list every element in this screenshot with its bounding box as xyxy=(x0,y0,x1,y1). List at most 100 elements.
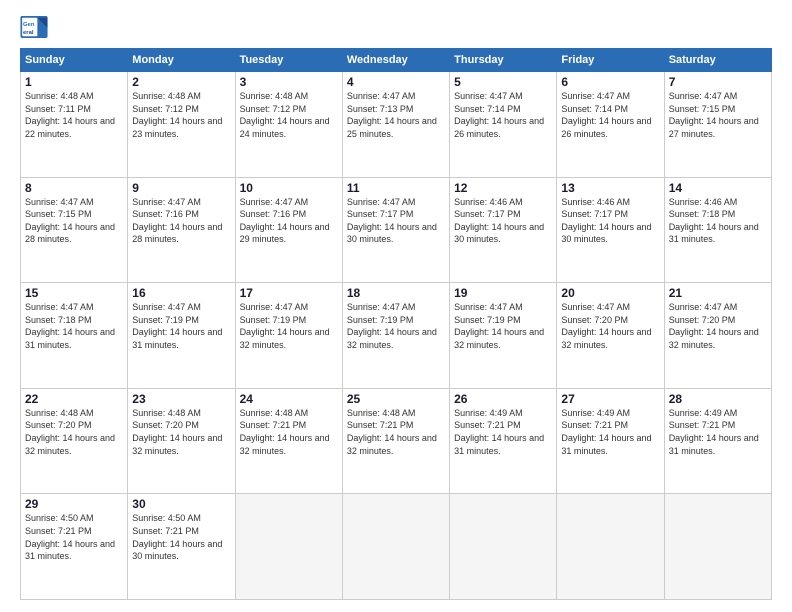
calendar-header-cell: Saturday xyxy=(664,49,771,72)
calendar-week-row: 29Sunrise: 4:50 AMSunset: 7:21 PMDayligh… xyxy=(21,494,772,600)
calendar-day-cell xyxy=(664,494,771,600)
calendar-day-cell: 24Sunrise: 4:48 AMSunset: 7:21 PMDayligh… xyxy=(235,388,342,494)
calendar-day-cell: 13Sunrise: 4:46 AMSunset: 7:17 PMDayligh… xyxy=(557,177,664,283)
calendar-header-cell: Tuesday xyxy=(235,49,342,72)
day-info: Sunrise: 4:47 AMSunset: 7:16 PMDaylight:… xyxy=(240,196,338,246)
calendar-header-cell: Friday xyxy=(557,49,664,72)
day-number: 21 xyxy=(669,286,767,300)
day-number: 5 xyxy=(454,75,552,89)
day-number: 20 xyxy=(561,286,659,300)
calendar-day-cell: 11Sunrise: 4:47 AMSunset: 7:17 PMDayligh… xyxy=(342,177,449,283)
day-info: Sunrise: 4:47 AMSunset: 7:19 PMDaylight:… xyxy=(347,301,445,351)
calendar-header-cell: Sunday xyxy=(21,49,128,72)
day-info: Sunrise: 4:48 AMSunset: 7:11 PMDaylight:… xyxy=(25,90,123,140)
day-info: Sunrise: 4:47 AMSunset: 7:19 PMDaylight:… xyxy=(454,301,552,351)
calendar-header-cell: Thursday xyxy=(450,49,557,72)
calendar-day-cell: 23Sunrise: 4:48 AMSunset: 7:20 PMDayligh… xyxy=(128,388,235,494)
svg-text:eral: eral xyxy=(23,30,34,36)
calendar-day-cell: 16Sunrise: 4:47 AMSunset: 7:19 PMDayligh… xyxy=(128,283,235,389)
logo: Gen eral xyxy=(20,16,52,38)
calendar-table: SundayMondayTuesdayWednesdayThursdayFrid… xyxy=(20,48,772,600)
calendar-day-cell: 17Sunrise: 4:47 AMSunset: 7:19 PMDayligh… xyxy=(235,283,342,389)
calendar-day-cell: 22Sunrise: 4:48 AMSunset: 7:20 PMDayligh… xyxy=(21,388,128,494)
day-info: Sunrise: 4:49 AMSunset: 7:21 PMDaylight:… xyxy=(454,407,552,457)
calendar-day-cell: 19Sunrise: 4:47 AMSunset: 7:19 PMDayligh… xyxy=(450,283,557,389)
calendar-day-cell: 6Sunrise: 4:47 AMSunset: 7:14 PMDaylight… xyxy=(557,72,664,178)
day-info: Sunrise: 4:50 AMSunset: 7:21 PMDaylight:… xyxy=(132,512,230,562)
calendar-body: 1Sunrise: 4:48 AMSunset: 7:11 PMDaylight… xyxy=(21,72,772,600)
day-number: 30 xyxy=(132,497,230,511)
day-info: Sunrise: 4:47 AMSunset: 7:16 PMDaylight:… xyxy=(132,196,230,246)
day-number: 2 xyxy=(132,75,230,89)
day-info: Sunrise: 4:48 AMSunset: 7:12 PMDaylight:… xyxy=(132,90,230,140)
calendar-day-cell: 8Sunrise: 4:47 AMSunset: 7:15 PMDaylight… xyxy=(21,177,128,283)
calendar-day-cell: 21Sunrise: 4:47 AMSunset: 7:20 PMDayligh… xyxy=(664,283,771,389)
calendar-day-cell: 10Sunrise: 4:47 AMSunset: 7:16 PMDayligh… xyxy=(235,177,342,283)
logo-icon: Gen eral xyxy=(20,16,48,38)
calendar-week-row: 15Sunrise: 4:47 AMSunset: 7:18 PMDayligh… xyxy=(21,283,772,389)
calendar-day-cell xyxy=(342,494,449,600)
calendar-day-cell: 12Sunrise: 4:46 AMSunset: 7:17 PMDayligh… xyxy=(450,177,557,283)
day-info: Sunrise: 4:48 AMSunset: 7:21 PMDaylight:… xyxy=(347,407,445,457)
day-info: Sunrise: 4:47 AMSunset: 7:14 PMDaylight:… xyxy=(454,90,552,140)
day-info: Sunrise: 4:47 AMSunset: 7:14 PMDaylight:… xyxy=(561,90,659,140)
calendar-week-row: 8Sunrise: 4:47 AMSunset: 7:15 PMDaylight… xyxy=(21,177,772,283)
day-number: 17 xyxy=(240,286,338,300)
calendar-day-cell: 28Sunrise: 4:49 AMSunset: 7:21 PMDayligh… xyxy=(664,388,771,494)
calendar-header-cell: Wednesday xyxy=(342,49,449,72)
day-info: Sunrise: 4:49 AMSunset: 7:21 PMDaylight:… xyxy=(561,407,659,457)
calendar-day-cell: 20Sunrise: 4:47 AMSunset: 7:20 PMDayligh… xyxy=(557,283,664,389)
day-info: Sunrise: 4:46 AMSunset: 7:17 PMDaylight:… xyxy=(561,196,659,246)
calendar-day-cell: 2Sunrise: 4:48 AMSunset: 7:12 PMDaylight… xyxy=(128,72,235,178)
day-number: 6 xyxy=(561,75,659,89)
calendar-header-row: SundayMondayTuesdayWednesdayThursdayFrid… xyxy=(21,49,772,72)
calendar-week-row: 1Sunrise: 4:48 AMSunset: 7:11 PMDaylight… xyxy=(21,72,772,178)
calendar-day-cell: 5Sunrise: 4:47 AMSunset: 7:14 PMDaylight… xyxy=(450,72,557,178)
day-number: 12 xyxy=(454,181,552,195)
day-number: 29 xyxy=(25,497,123,511)
calendar-header: SundayMondayTuesdayWednesdayThursdayFrid… xyxy=(21,49,772,72)
day-info: Sunrise: 4:48 AMSunset: 7:20 PMDaylight:… xyxy=(132,407,230,457)
day-number: 9 xyxy=(132,181,230,195)
day-number: 24 xyxy=(240,392,338,406)
calendar-day-cell: 9Sunrise: 4:47 AMSunset: 7:16 PMDaylight… xyxy=(128,177,235,283)
day-number: 16 xyxy=(132,286,230,300)
day-number: 7 xyxy=(669,75,767,89)
calendar-day-cell: 1Sunrise: 4:48 AMSunset: 7:11 PMDaylight… xyxy=(21,72,128,178)
day-info: Sunrise: 4:46 AMSunset: 7:18 PMDaylight:… xyxy=(669,196,767,246)
day-info: Sunrise: 4:48 AMSunset: 7:12 PMDaylight:… xyxy=(240,90,338,140)
day-number: 26 xyxy=(454,392,552,406)
calendar-day-cell xyxy=(235,494,342,600)
day-info: Sunrise: 4:47 AMSunset: 7:13 PMDaylight:… xyxy=(347,90,445,140)
day-info: Sunrise: 4:47 AMSunset: 7:19 PMDaylight:… xyxy=(132,301,230,351)
svg-text:Gen: Gen xyxy=(23,22,35,28)
day-info: Sunrise: 4:47 AMSunset: 7:18 PMDaylight:… xyxy=(25,301,123,351)
day-number: 8 xyxy=(25,181,123,195)
day-number: 3 xyxy=(240,75,338,89)
day-info: Sunrise: 4:49 AMSunset: 7:21 PMDaylight:… xyxy=(669,407,767,457)
calendar-day-cell: 7Sunrise: 4:47 AMSunset: 7:15 PMDaylight… xyxy=(664,72,771,178)
calendar-day-cell: 29Sunrise: 4:50 AMSunset: 7:21 PMDayligh… xyxy=(21,494,128,600)
day-number: 1 xyxy=(25,75,123,89)
calendar-day-cell: 25Sunrise: 4:48 AMSunset: 7:21 PMDayligh… xyxy=(342,388,449,494)
header-row: Gen eral xyxy=(20,16,772,38)
calendar-week-row: 22Sunrise: 4:48 AMSunset: 7:20 PMDayligh… xyxy=(21,388,772,494)
day-info: Sunrise: 4:47 AMSunset: 7:19 PMDaylight:… xyxy=(240,301,338,351)
day-number: 14 xyxy=(669,181,767,195)
calendar-day-cell: 18Sunrise: 4:47 AMSunset: 7:19 PMDayligh… xyxy=(342,283,449,389)
day-info: Sunrise: 4:48 AMSunset: 7:21 PMDaylight:… xyxy=(240,407,338,457)
day-info: Sunrise: 4:47 AMSunset: 7:15 PMDaylight:… xyxy=(669,90,767,140)
page: Gen eral SundayMondayTuesdayWednesdayThu… xyxy=(0,0,792,612)
day-info: Sunrise: 4:50 AMSunset: 7:21 PMDaylight:… xyxy=(25,512,123,562)
day-number: 19 xyxy=(454,286,552,300)
calendar-day-cell: 14Sunrise: 4:46 AMSunset: 7:18 PMDayligh… xyxy=(664,177,771,283)
day-number: 23 xyxy=(132,392,230,406)
day-info: Sunrise: 4:47 AMSunset: 7:20 PMDaylight:… xyxy=(561,301,659,351)
calendar-day-cell: 30Sunrise: 4:50 AMSunset: 7:21 PMDayligh… xyxy=(128,494,235,600)
day-info: Sunrise: 4:48 AMSunset: 7:20 PMDaylight:… xyxy=(25,407,123,457)
day-number: 28 xyxy=(669,392,767,406)
calendar-day-cell: 4Sunrise: 4:47 AMSunset: 7:13 PMDaylight… xyxy=(342,72,449,178)
calendar-day-cell xyxy=(450,494,557,600)
day-number: 11 xyxy=(347,181,445,195)
day-number: 4 xyxy=(347,75,445,89)
